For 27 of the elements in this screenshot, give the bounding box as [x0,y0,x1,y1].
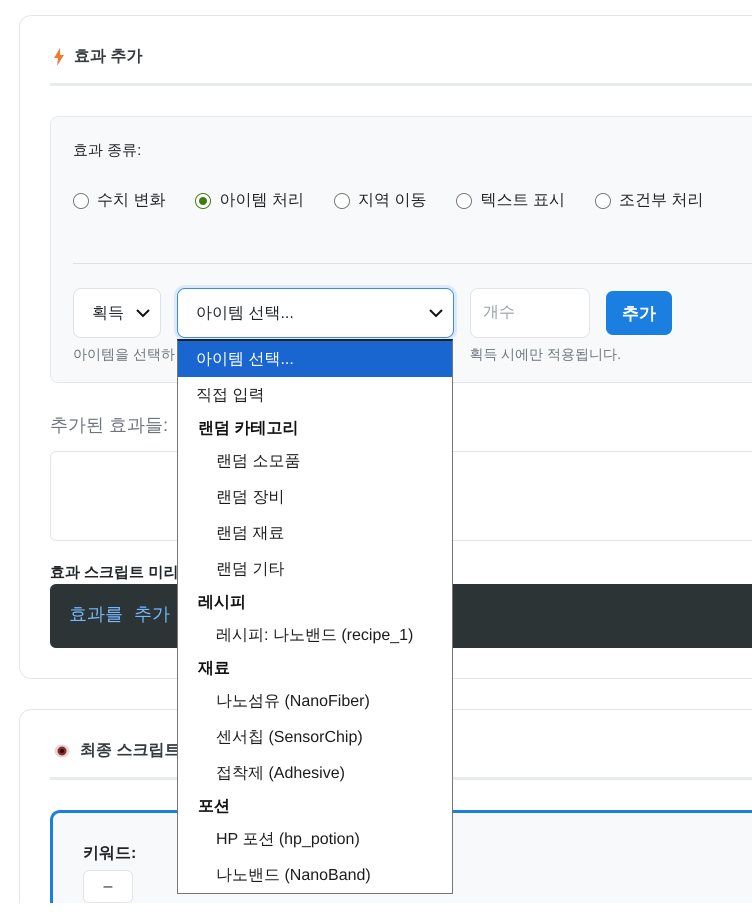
field-label: 키워드: [83,844,136,864]
count-input[interactable]: 개수 [470,288,590,338]
option-group-label: 재료 [196,658,231,678]
hint-text: 획득 시에만 적용됩니다. [469,346,621,364]
action-select[interactable]: 획득 [73,288,161,338]
chevron-down-icon [136,308,150,318]
lightning-icon [54,48,64,66]
item-select[interactable]: 아이템 선택... [177,288,454,338]
option-group-label: 랜덤 카테고리 [197,418,300,438]
dropdown-option[interactable]: 아이템 선택... [178,341,452,377]
section-title: 효과 추가 [74,47,142,67]
option-group-label: 레시피 [197,592,247,612]
option-group-label: 포션 [197,796,231,816]
effect-type-radio[interactable]: 텍스트 표시 [456,190,565,211]
hint-text: 아이템을 선택하 [73,346,175,364]
add-button[interactable]: 추가 [606,291,672,335]
field-label: 효과 종류: [73,141,142,160]
preview-label: 효과 스크립트 미리 [50,563,178,582]
effect-type-radio[interactable]: 조건부 처리 [594,190,704,211]
effect-type-radio[interactable]: 수치 변화 [73,190,166,211]
keyword-field[interactable]: – [83,870,133,903]
chevron-down-icon [429,308,443,318]
section-subtitle: 추가된 효과들: [50,414,168,437]
effect-type-radio[interactable]: 아이템 처리 [195,190,304,211]
section-title: 최종 스크립트 [80,741,180,761]
eye-icon [54,744,70,758]
effect-type-radio[interactable]: 지역 이동 [334,190,426,211]
